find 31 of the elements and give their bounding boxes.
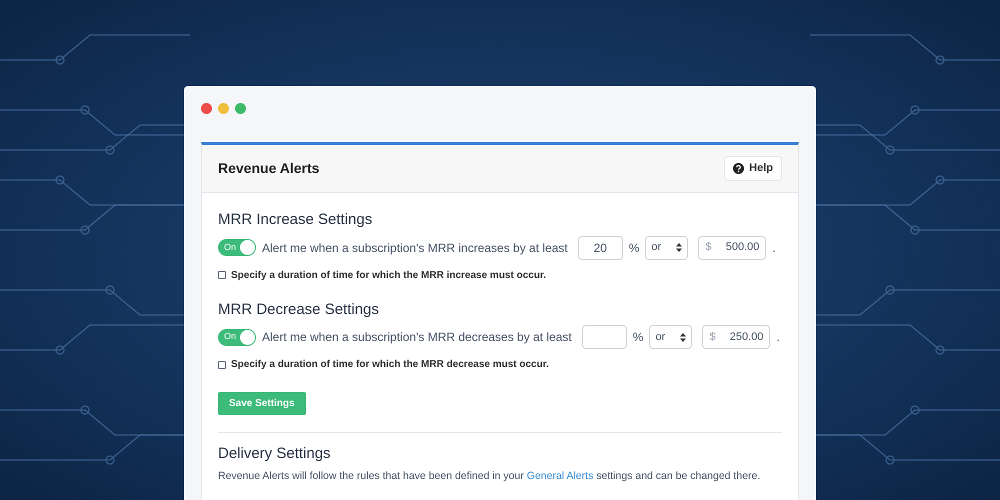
percent-field[interactable] <box>582 325 627 349</box>
alert-sentence: Alert me when a subscription's MRR decreases by at least <box>262 329 572 346</box>
period: . <box>772 240 776 256</box>
delivery-description: Revenue Alerts will follow the rules that have been defined in your General Alerts settings and can be changed there. <box>218 468 762 484</box>
percent-sign: % <box>628 240 640 256</box>
help-button[interactable]: Help <box>724 156 782 181</box>
sort-icon <box>680 332 686 342</box>
period: . <box>776 329 780 346</box>
currency-sign: $ <box>705 240 712 256</box>
checkbox[interactable] <box>218 271 226 279</box>
amount-field[interactable]: $ 250.00 <box>702 325 770 349</box>
section-heading: MRR Increase Settings <box>218 210 374 230</box>
window-control[interactable] <box>235 102 246 114</box>
card-title: Revenue Alerts <box>218 159 320 178</box>
amount-field[interactable]: $ 500.00 <box>698 236 766 260</box>
help-icon <box>733 163 744 174</box>
sort-icon <box>676 243 682 252</box>
alert-sentence: Alert me when a subscription's MRR increases by at least <box>262 240 568 256</box>
currency-sign: $ <box>709 330 716 345</box>
section-heading: MRR Decrease Settings <box>218 300 380 320</box>
window-control[interactable] <box>201 102 212 114</box>
operator-select[interactable]: or <box>649 325 692 349</box>
checkbox-label: Specify a duration of time for which the MRR decrease must occur. <box>231 358 549 372</box>
percent-field[interactable]: 20 <box>578 236 623 260</box>
amount-value: 250.00 <box>730 330 764 345</box>
percent-sign: % <box>632 329 644 346</box>
operator-select[interactable]: or <box>645 236 688 260</box>
section-heading: Delivery Settings <box>218 444 332 464</box>
amount-value: 500.00 <box>726 240 760 256</box>
checkbox[interactable] <box>218 360 226 368</box>
checkbox-label: Specify a duration of time for which the MRR increase must occur. <box>231 268 546 282</box>
